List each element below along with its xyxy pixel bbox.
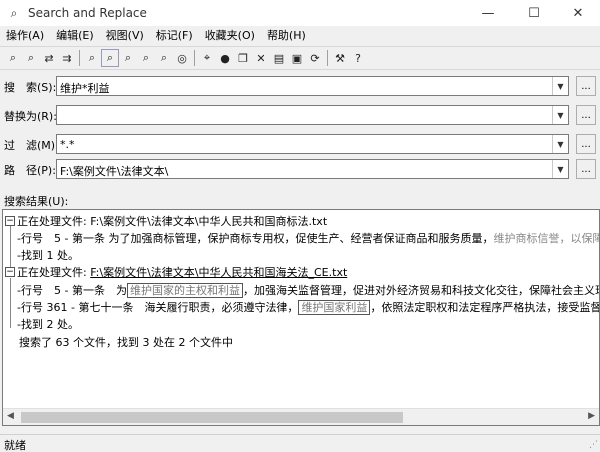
path-input[interactable]: F:\案例文件\法律文本\ ▼ [56, 159, 569, 179]
results-label: 搜索结果(U): [4, 195, 69, 208]
tree-line [10, 226, 11, 270]
replace-browse-button[interactable]: ... [576, 105, 596, 125]
menu-action[interactable]: 操作(A) [0, 26, 50, 46]
file-path: F:\案例文件\法律文本\中华人民共和国海关法_CE.txt [90, 266, 348, 279]
replace-next-icon[interactable]: ⇉ [58, 49, 76, 67]
found-text: 找到 1 处。 [20, 249, 79, 262]
filter-browse-button[interactable]: ... [576, 134, 596, 154]
toolbar-divider [327, 50, 328, 66]
minimize-button[interactable]: — [466, 0, 510, 26]
binoculars-icon: ⌕ [10, 5, 18, 20]
file-path: F:\案例文件\法律文本\中华人民共和国商标法.txt [90, 215, 328, 228]
chevron-down-icon[interactable]: ▼ [552, 77, 568, 95]
horizontal-scrollbar[interactable]: ◀ ▶ [3, 408, 599, 425]
chevron-down-icon[interactable]: ▼ [552, 160, 568, 178]
chevron-down-icon[interactable]: ▼ [552, 106, 568, 124]
search-tag-icon[interactable]: ⌕ [119, 49, 137, 67]
line-text-suffix: ，加强海关监督管理，促进对外经济贸易和科技文化交往，保障社会主义现代化 [242, 284, 600, 297]
filter-label: 过 滤(M): [4, 139, 59, 152]
menu-view[interactable]: 视图(V) [100, 26, 150, 46]
search-options-icon[interactable]: ◎ [173, 49, 191, 67]
path-row: 路 径(P): F:\案例文件\法律文本\ ▼ ... [0, 158, 600, 180]
path-browse-button[interactable]: ... [576, 159, 596, 179]
collapse-icon[interactable]: − [5, 267, 15, 277]
replace-label: 替换为(R): [4, 110, 57, 123]
line-text: 行号 5 - 第一条 为了加强商标管理，保护商标专用权，促使生产、经营者保证商品… [20, 232, 494, 245]
filter-value: *.* [60, 138, 75, 151]
collapse-icon[interactable]: − [5, 216, 15, 226]
found-text: 找到 2 处。 [20, 318, 79, 331]
summary-text: 搜索了 63 个文件，找到 3 处在 2 个文件中 [19, 336, 233, 349]
search-files-active-icon[interactable]: ⌕ [101, 49, 119, 67]
line-text-suffix: ，依照法定职权和法定程序严格执法，接受监督。 [370, 301, 600, 314]
binoculars-icon[interactable]: ⌕ [4, 49, 22, 67]
search-all-icon[interactable]: ⌕ [155, 49, 173, 67]
line-text: 行号 361 - 第七十一条 海关履行职责，必须遵守法律， [20, 301, 299, 314]
window-title: Search and Replace [28, 6, 147, 20]
menu-help[interactable]: 帮助(H) [261, 26, 312, 46]
line-text: 行号 5 - 第一条 为 [20, 284, 127, 297]
filter-input[interactable]: *.* ▼ [56, 134, 569, 154]
refresh-icon[interactable]: ⟳ [306, 49, 324, 67]
toolbar-divider [194, 50, 195, 66]
path-label: 路 径(P): [4, 164, 56, 177]
search-label: 搜 索(S): [4, 81, 57, 94]
scroll-thumb[interactable] [21, 412, 403, 423]
highlight-match: 维护国家的主权和利益 [126, 283, 243, 298]
status-text: 就绪 [4, 439, 26, 452]
file-prefix: 正在处理文件: [17, 266, 91, 279]
file-prefix: 正在处理文件: [17, 215, 91, 228]
resize-grip-icon[interactable]: ⋰ [589, 440, 598, 450]
line-text-faded: 维护商标信誉，以保障消费者 [493, 232, 599, 245]
search-files-icon[interactable]: ⌕ [83, 49, 101, 67]
search-value: 维护*利益 [60, 82, 110, 95]
scroll-left-icon[interactable]: ◀ [7, 411, 14, 421]
toolbar-divider [79, 50, 80, 66]
replace-row: 替换为(R): ▼ ... [0, 104, 600, 126]
print-icon[interactable]: ▤ [270, 49, 288, 67]
tag-icon[interactable]: ⌖ [198, 49, 216, 67]
binoculars-list-icon[interactable]: ⌕ [22, 49, 40, 67]
close-button[interactable]: ✕ [556, 0, 600, 26]
path-value: F:\案例文件\法律文本\ [60, 165, 169, 178]
delete-icon[interactable]: ✕ [252, 49, 270, 67]
replace-icon[interactable]: ⇄ [40, 49, 58, 67]
globe-icon[interactable]: ● [216, 49, 234, 67]
menu-favorites[interactable]: 收藏夹(O) [199, 26, 261, 46]
save-icon[interactable]: ▣ [288, 49, 306, 67]
maximize-button[interactable]: ☐ [512, 0, 556, 26]
menu-edit[interactable]: 编辑(E) [50, 26, 100, 46]
filter-row: 过 滤(M): *.* ▼ ... [0, 133, 600, 155]
menu-mark[interactable]: 标记(F) [150, 26, 199, 46]
title-bar: ⌕ Search and Replace [0, 0, 600, 26]
tools-icon[interactable]: ⚒ [331, 49, 349, 67]
toolbar: ⌕ ⌕ ⇄ ⇉ ⌕ ⌕ ⌕ ⌕ ⌕ ◎ ⌖ ● ❐ ✕ ▤ ▣ ⟳ ⚒ ? [0, 46, 600, 70]
status-bar: 就绪 ⋰ [0, 434, 600, 452]
highlight-match: 维护国家利益 [298, 300, 371, 315]
search-row: 搜 索(S): 维护*利益 ▼ ... [0, 75, 600, 97]
search-fav-icon[interactable]: ⌕ [137, 49, 155, 67]
results-panel[interactable]: − 正在处理文件: F:\案例文件\法律文本\中华人民共和国商标法.txt -行… [2, 209, 600, 426]
chevron-down-icon[interactable]: ▼ [552, 135, 568, 153]
copy-icon[interactable]: ❐ [234, 49, 252, 67]
search-input[interactable]: 维护*利益 ▼ [56, 76, 569, 96]
search-browse-button[interactable]: ... [576, 76, 596, 96]
tree-line [10, 278, 11, 328]
replace-input[interactable]: ▼ [56, 105, 569, 125]
scroll-right-icon[interactable]: ▶ [588, 411, 595, 421]
menu-bar: 操作(A) 编辑(E) 视图(V) 标记(F) 收藏夹(O) 帮助(H) [0, 26, 600, 46]
help-icon[interactable]: ? [349, 49, 367, 67]
